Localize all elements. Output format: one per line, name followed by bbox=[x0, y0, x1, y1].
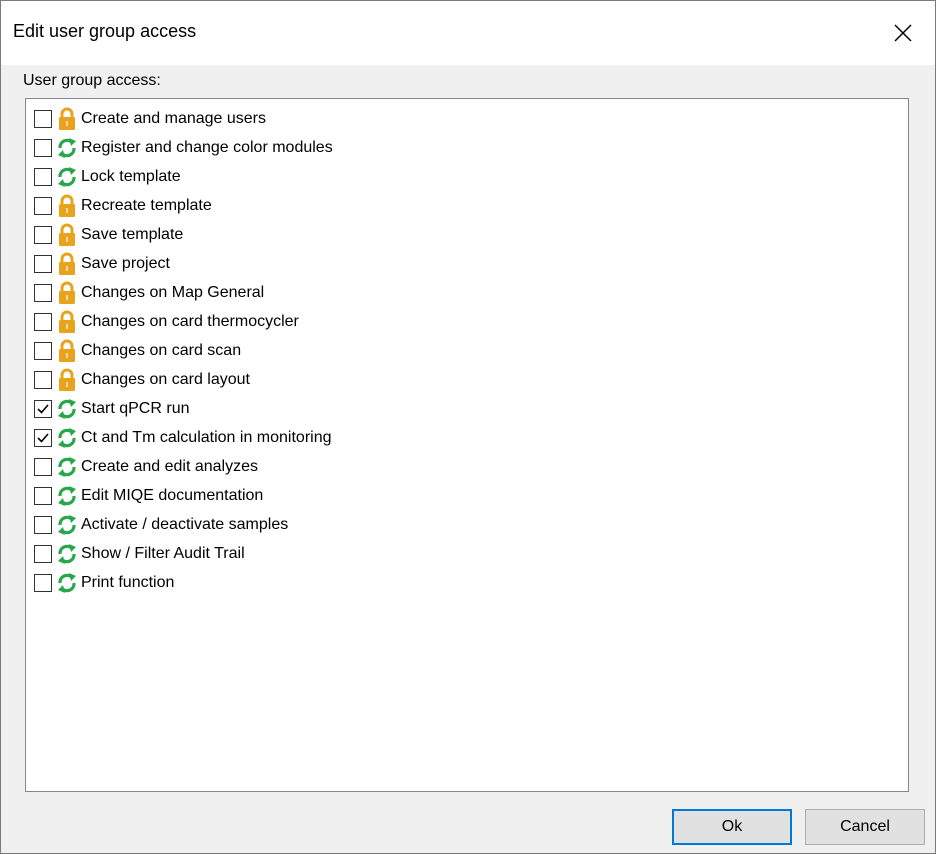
close-icon bbox=[894, 24, 912, 42]
access-item-label: Activate / deactivate samples bbox=[81, 515, 289, 533]
user-group-access-label: User group access: bbox=[23, 72, 161, 89]
access-item[interactable]: Print function bbox=[34, 568, 333, 597]
access-item-label: Ct and Tm calculation in monitoring bbox=[81, 428, 332, 446]
refresh-icon bbox=[56, 571, 78, 595]
access-item[interactable]: Save project bbox=[34, 249, 333, 278]
checkbox[interactable] bbox=[34, 544, 52, 563]
lock-icon bbox=[56, 339, 78, 363]
checkbox[interactable] bbox=[34, 428, 52, 447]
access-item-label: Show / Filter Audit Trail bbox=[81, 544, 245, 562]
access-item-label: Create and manage users bbox=[81, 109, 266, 127]
access-item[interactable]: Changes on Map General bbox=[34, 278, 333, 307]
checkbox[interactable] bbox=[34, 196, 52, 215]
ok-button[interactable]: Ok bbox=[672, 809, 792, 845]
checkbox[interactable] bbox=[34, 457, 52, 476]
refresh-icon bbox=[56, 513, 78, 537]
access-item[interactable]: Register and change color modules bbox=[34, 133, 333, 162]
refresh-icon bbox=[56, 136, 78, 160]
refresh-icon bbox=[56, 165, 78, 189]
title-bar: Edit user group access bbox=[1, 1, 935, 65]
checkbox[interactable] bbox=[34, 573, 52, 592]
access-items: Create and manage users Register and cha… bbox=[34, 104, 333, 597]
access-item-label: Print function bbox=[81, 573, 175, 591]
access-item[interactable]: Edit MIQE documentation bbox=[34, 481, 333, 510]
access-item-label: Recreate template bbox=[81, 196, 212, 214]
access-item[interactable]: Changes on card scan bbox=[34, 336, 333, 365]
lock-icon bbox=[56, 223, 78, 247]
checkbox[interactable] bbox=[34, 486, 52, 505]
access-item[interactable]: Changes on card layout bbox=[34, 365, 333, 394]
refresh-icon bbox=[56, 542, 78, 566]
refresh-icon bbox=[56, 484, 78, 508]
access-checklist[interactable]: Create and manage users Register and cha… bbox=[25, 98, 909, 792]
cancel-button[interactable]: Cancel bbox=[805, 809, 925, 845]
lock-icon bbox=[56, 368, 78, 392]
dialog-title: Edit user group access bbox=[13, 21, 197, 41]
access-item[interactable]: Lock template bbox=[34, 162, 333, 191]
access-item[interactable]: Ct and Tm calculation in monitoring bbox=[34, 423, 333, 452]
checkbox[interactable] bbox=[34, 138, 52, 157]
refresh-icon bbox=[56, 426, 78, 450]
checkbox[interactable] bbox=[34, 312, 52, 331]
lock-icon bbox=[56, 310, 78, 334]
access-item-label: Changes on card thermocycler bbox=[81, 312, 299, 330]
checkbox[interactable] bbox=[34, 341, 52, 360]
access-item[interactable]: Recreate template bbox=[34, 191, 333, 220]
access-item[interactable]: Start qPCR run bbox=[34, 394, 333, 423]
access-item[interactable]: Save template bbox=[34, 220, 333, 249]
access-item[interactable]: Show / Filter Audit Trail bbox=[34, 539, 333, 568]
lock-icon bbox=[56, 194, 78, 218]
close-button[interactable] bbox=[871, 1, 935, 65]
lock-icon bbox=[56, 252, 78, 276]
checkbox[interactable] bbox=[34, 283, 52, 302]
checkbox[interactable] bbox=[34, 515, 52, 534]
checkbox[interactable] bbox=[34, 254, 52, 273]
checkbox[interactable] bbox=[34, 370, 52, 389]
access-item[interactable]: Changes on card thermocycler bbox=[34, 307, 333, 336]
lock-icon bbox=[56, 281, 78, 305]
access-item-label: Changes on card layout bbox=[81, 370, 250, 388]
access-item-label: Edit MIQE documentation bbox=[81, 486, 264, 504]
checkbox[interactable] bbox=[34, 225, 52, 244]
access-item-label: Changes on Map General bbox=[81, 283, 265, 301]
checkbox[interactable] bbox=[34, 399, 52, 418]
access-item[interactable]: Create and edit analyzes bbox=[34, 452, 333, 481]
access-item-label: Create and edit analyzes bbox=[81, 457, 258, 475]
access-item-label: Register and change color modules bbox=[81, 138, 333, 156]
access-item-label: Changes on card scan bbox=[81, 341, 242, 359]
refresh-icon bbox=[56, 397, 78, 421]
access-item-label: Start qPCR run bbox=[81, 399, 190, 417]
lock-icon bbox=[56, 107, 78, 131]
checkbox[interactable] bbox=[34, 109, 52, 128]
access-item-label: Save template bbox=[81, 225, 184, 243]
access-item[interactable]: Activate / deactivate samples bbox=[34, 510, 333, 539]
access-item-label: Lock template bbox=[81, 167, 181, 185]
refresh-icon bbox=[56, 455, 78, 479]
access-item[interactable]: Create and manage users bbox=[34, 104, 333, 133]
access-item-label: Save project bbox=[81, 254, 170, 272]
edit-user-group-access-dialog: Edit user group access User group access… bbox=[0, 0, 936, 854]
checkbox[interactable] bbox=[34, 167, 52, 186]
